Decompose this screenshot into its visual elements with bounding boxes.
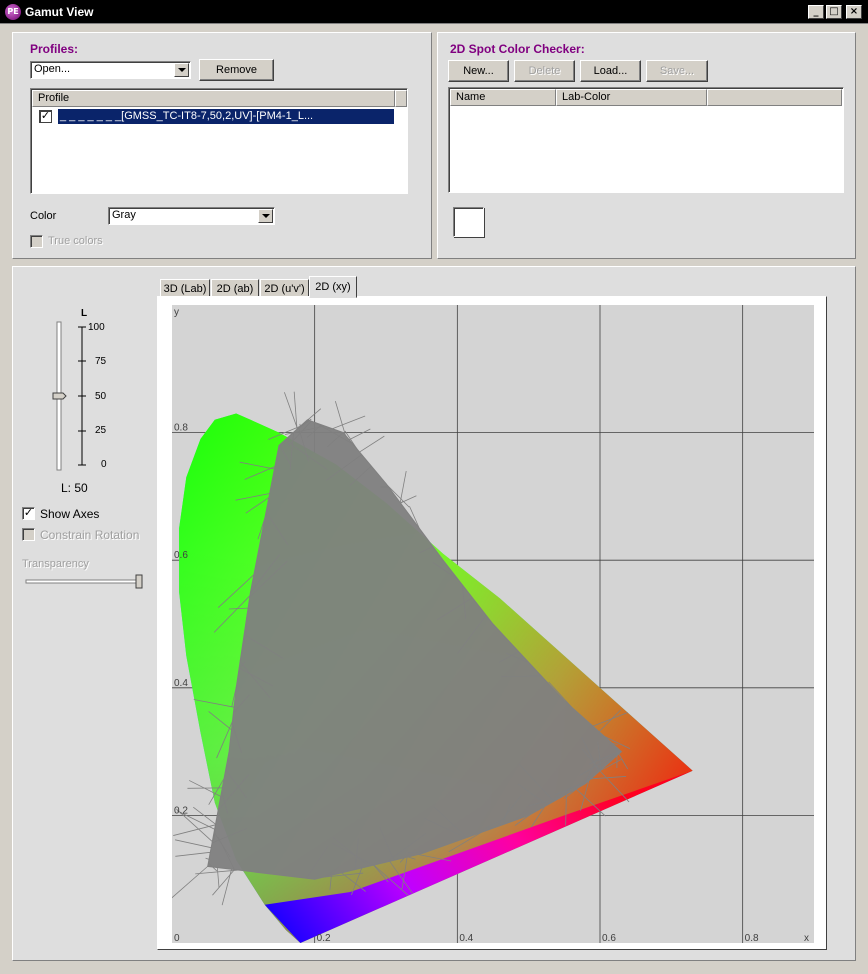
slider-thumb-icon[interactable] — [135, 574, 143, 589]
y-tick-label: 0.8 — [174, 423, 188, 434]
open-profile-value: Open... — [34, 63, 71, 75]
x-axis-label: x — [804, 933, 809, 943]
xy-chromaticity-chart[interactable]: 0.2 0.4 0.6 0.8 0.2 0.4 0.6 0.8 x y 0 — [172, 305, 814, 943]
y-axis-label: y — [174, 307, 179, 318]
new-button[interactable]: New... — [448, 60, 509, 82]
window-title: Gamut View — [25, 4, 94, 19]
l-readout: L: 50 — [61, 481, 88, 495]
x-tick-label: 0.2 — [317, 933, 331, 943]
l-tick-0: 0 — [101, 459, 107, 470]
chevron-down-icon[interactable] — [174, 63, 189, 77]
profile-column-filler — [395, 90, 407, 107]
app-icon: PE — [5, 3, 21, 20]
y-tick-label: 0.2 — [174, 805, 188, 816]
spot-checker-title: 2D Spot Color Checker: — [450, 42, 585, 56]
delete-button[interactable]: Delete — [514, 60, 575, 82]
open-profile-combo[interactable]: Open... — [30, 61, 191, 79]
minimize-button[interactable]: _ — [808, 5, 824, 19]
constrain-rotation-label: Constrain Rotation — [40, 528, 140, 542]
chevron-down-icon[interactable] — [258, 209, 273, 223]
lab-color-column-header[interactable]: Lab-Color — [556, 89, 707, 106]
x-tick-label: 0.4 — [459, 933, 473, 943]
profiles-title: Profiles: — [30, 42, 79, 56]
tab-2d-xy[interactable]: 2D (xy) — [309, 276, 357, 298]
list-item[interactable]: ✓ _ _ _ _ _ _ _[GMSS_TC-IT8-7,50,2,UV]-[… — [36, 109, 396, 124]
maximize-button[interactable]: □ — [826, 5, 842, 19]
spot-color-list[interactable]: Name Lab-Color — [448, 87, 844, 193]
y-tick-label: 0.6 — [174, 550, 188, 561]
profile-column-header[interactable]: Profile — [32, 90, 395, 107]
column-filler — [707, 89, 842, 106]
profile-list[interactable]: Profile ✓ _ _ _ _ _ _ _[GMSS_TC-IT8-7,50… — [30, 88, 408, 194]
load-button[interactable]: Load... — [580, 60, 641, 82]
constrain-rotation-checkbox[interactable] — [22, 528, 35, 541]
color-label: Color — [30, 210, 57, 222]
profile-item-label: _ _ _ _ _ _ _[GMSS_TC-IT8-7,50,2,UV]-[PM… — [58, 109, 394, 124]
true-colors-label: True colors — [48, 235, 103, 247]
name-column-header[interactable]: Name — [450, 89, 556, 106]
true-colors-checkbox[interactable] — [30, 235, 43, 248]
l-tick-100: 100 — [88, 322, 105, 333]
l-tick-25: 25 — [95, 425, 107, 436]
show-axes-checkbox[interactable]: ✓ — [22, 507, 35, 520]
title-bar: PE Gamut View _ □ × — [0, 0, 868, 24]
origin-label: 0 — [174, 933, 180, 943]
l-tick-75: 75 — [95, 356, 107, 367]
transparency-slider[interactable] — [24, 574, 146, 590]
spot-color-swatch[interactable] — [453, 207, 484, 237]
x-tick-label: 0.8 — [745, 933, 759, 943]
save-button[interactable]: Save... — [646, 60, 708, 82]
l-tick-50: 50 — [95, 391, 107, 402]
slider-thumb-icon[interactable] — [52, 392, 67, 400]
close-button[interactable]: × — [846, 5, 862, 19]
color-combo-value: Gray — [112, 209, 136, 221]
profile-checkbox[interactable]: ✓ — [39, 110, 52, 123]
x-tick-label: 0.6 — [602, 933, 616, 943]
transparency-label: Transparency — [22, 558, 89, 570]
color-combo[interactable]: Gray — [108, 207, 275, 225]
show-axes-label: Show Axes — [40, 507, 100, 521]
remove-button[interactable]: Remove — [199, 59, 274, 81]
y-tick-label: 0.4 — [174, 678, 188, 689]
